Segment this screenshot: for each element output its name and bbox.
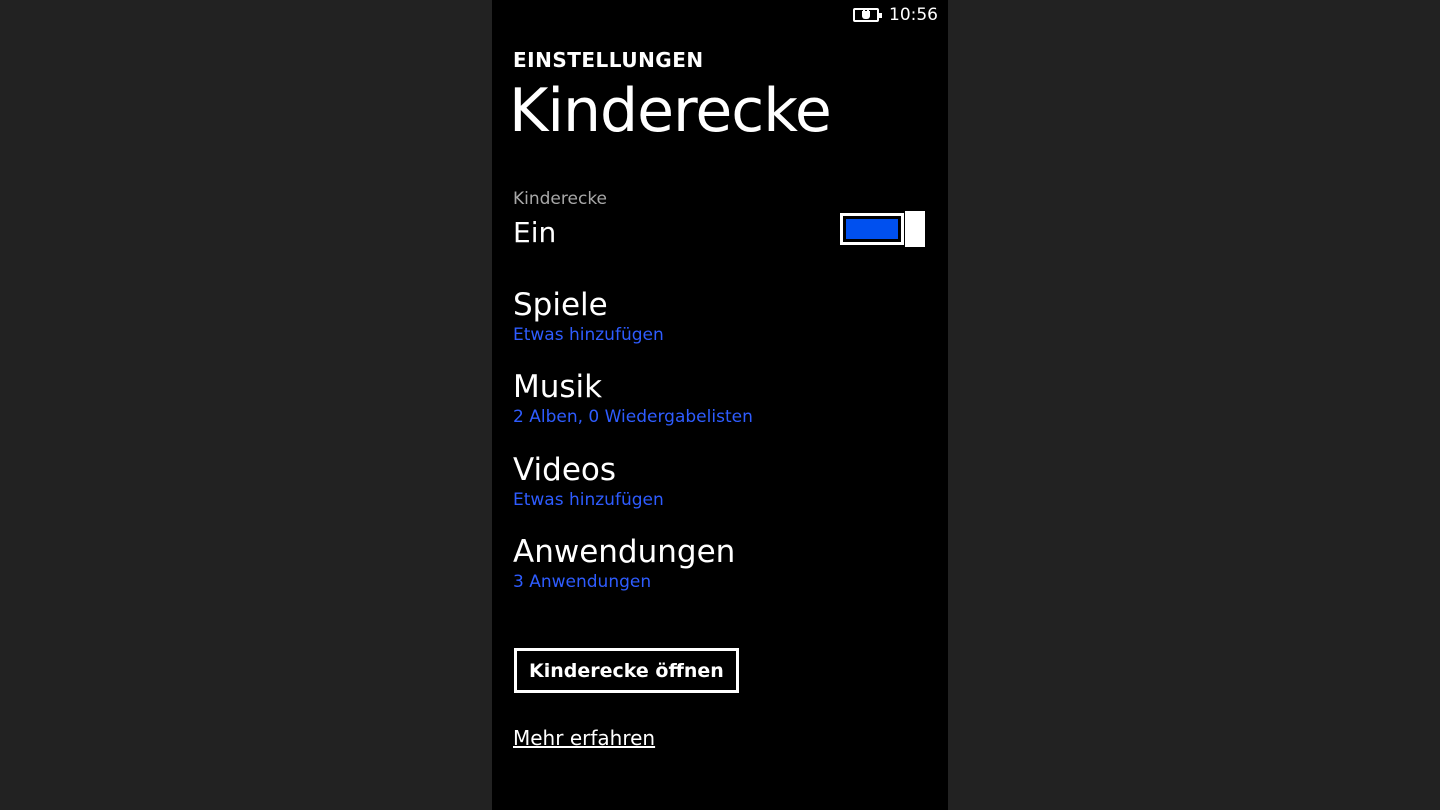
setting-title: Musik: [513, 369, 603, 405]
toggle-track: [840, 213, 904, 245]
setting-title: Anwendungen: [513, 534, 736, 570]
phone-screen: 10:56 EINSTELLUNGEN Kinderecke Kindereck…: [492, 0, 948, 810]
setting-subtitle: 2 Alben, 0 Wiedergabelisten: [513, 407, 753, 427]
page-subtitle: EINSTELLUNGEN: [513, 48, 704, 72]
toggle-thumb[interactable]: [905, 211, 925, 247]
kinderecke-toggle-switch[interactable]: [840, 211, 926, 247]
setting-subtitle: 3 Anwendungen: [513, 572, 652, 592]
toggle-fill: [846, 219, 898, 239]
setting-subtitle: Etwas hinzufügen: [513, 490, 664, 510]
status-time: 10:56: [889, 5, 938, 25]
page-title: Kinderecke: [509, 76, 832, 146]
setting-subtitle: Etwas hinzufügen: [513, 325, 664, 345]
setting-item-anwendungen[interactable]: Anwendungen 3 Anwendungen: [513, 533, 735, 593]
setting-item-videos[interactable]: Videos Etwas hinzufügen: [513, 451, 664, 511]
toggle-value: Ein: [513, 216, 557, 249]
open-kinderecke-button[interactable]: Kinderecke öffnen: [514, 648, 739, 693]
setting-item-musik[interactable]: Musik 2 Alben, 0 Wiedergabelisten: [513, 368, 753, 428]
setting-title: Videos: [513, 452, 617, 488]
setting-title: Spiele: [513, 287, 608, 323]
toggle-label: Kinderecke: [513, 189, 608, 209]
status-bar: 10:56: [853, 4, 938, 26]
battery-charging-icon: [853, 8, 882, 22]
setting-item-spiele[interactable]: Spiele Etwas hinzufügen: [513, 286, 664, 346]
learn-more-link[interactable]: Mehr erfahren: [513, 726, 655, 750]
